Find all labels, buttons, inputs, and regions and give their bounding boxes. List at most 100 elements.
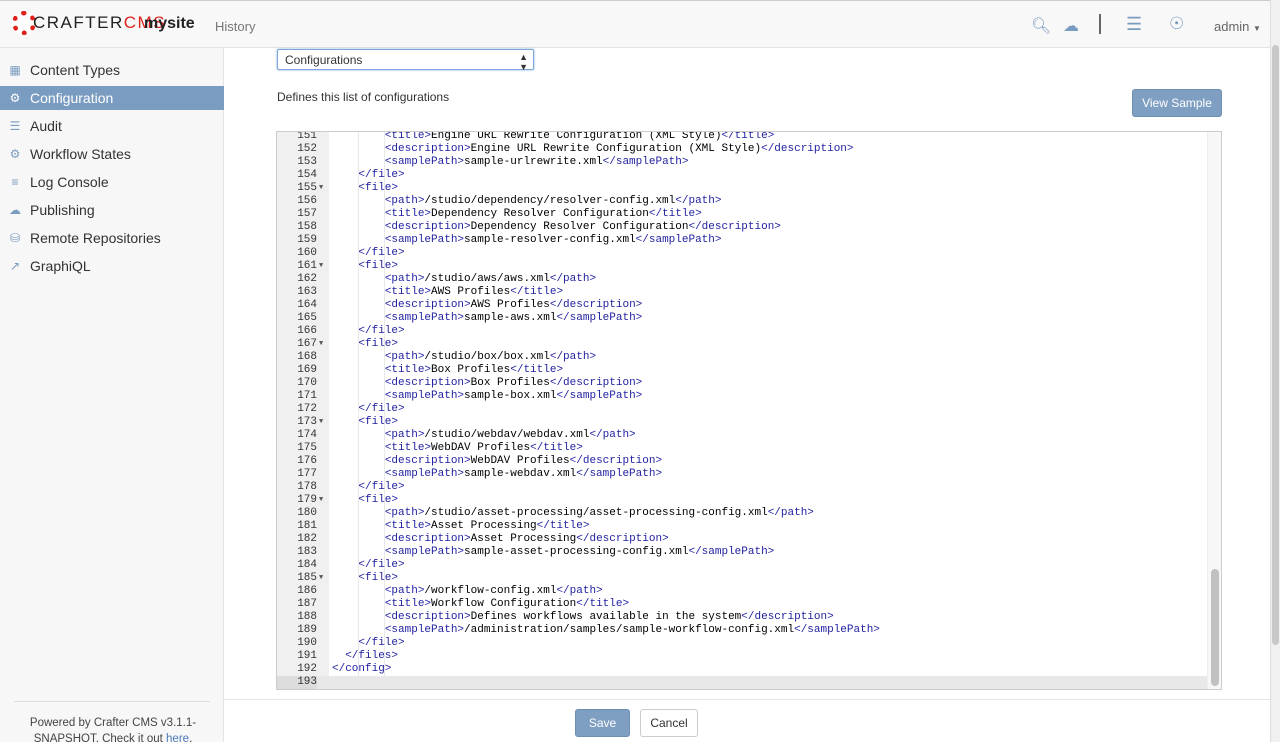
code-text: <file> [358, 182, 399, 194]
footer-bar: Save Cancel [224, 699, 1270, 742]
code-line[interactable]: 162 <path>/studio/aws/aws.xml</path> [277, 273, 1221, 286]
code-line[interactable]: 155 ▼ <file> [277, 182, 1221, 195]
line-number: 185 [297, 572, 317, 584]
code-line[interactable]: 188 <description>Defines workflows avail… [277, 611, 1221, 624]
line-number: 160 [297, 247, 317, 259]
line-number: 167 [297, 338, 317, 350]
code-line[interactable]: 160 </file> [277, 247, 1221, 260]
code-line[interactable]: 168 <path>/studio/box/box.xml</path> [277, 351, 1221, 364]
code-line[interactable]: 189 <samplePath>/administration/samples/… [277, 624, 1221, 637]
code-line[interactable]: 180 <path>/studio/asset-processing/asset… [277, 507, 1221, 520]
window-scrollbar-thumb[interactable] [1272, 45, 1279, 645]
code-line[interactable]: 186 <path>/workflow-config.xml</path> [277, 585, 1221, 598]
code-line[interactable]: 178 </file> [277, 481, 1221, 494]
code-line[interactable]: 187 <title>Workflow Configuration</title… [277, 598, 1221, 611]
crafter-cms-logo[interactable]: CRAFTER CMS [12, 11, 166, 35]
code-line[interactable]: 172 </file> [277, 403, 1221, 416]
fold-arrow-icon[interactable]: ▼ [319, 416, 323, 429]
code-text: <samplePath>sample-resolver-config.xml</… [384, 234, 722, 246]
code-text: <samplePath>sample-aws.xml</samplePath> [384, 312, 643, 324]
code-line[interactable]: 167 ▼ <file> [277, 338, 1221, 351]
sidebar-item-workflow-states[interactable]: ⚙ Workflow States [0, 142, 224, 166]
code-line[interactable]: 171 <samplePath>sample-box.xml</samplePa… [277, 390, 1221, 403]
code-line[interactable]: 183 <samplePath>sample-asset-processing-… [277, 546, 1221, 559]
menu-icon[interactable]: ☰ [1126, 14, 1142, 35]
view-sample-button[interactable]: View Sample [1132, 89, 1222, 117]
code-line[interactable]: 176 <description>WebDAV Profiles</descri… [277, 455, 1221, 468]
cloud-upload-icon[interactable]: ☁ [1063, 16, 1079, 36]
editor-scrollbar-thumb[interactable] [1211, 569, 1219, 686]
code-text: <samplePath>sample-urlrewrite.xml</sampl… [384, 156, 689, 168]
code-line[interactable]: 152 <description>Engine URL Rewrite Conf… [277, 143, 1221, 156]
line-number: 157 [297, 208, 317, 220]
code-line[interactable]: 157 <title>Dependency Resolver Configura… [277, 208, 1221, 221]
line-number: 175 [297, 442, 317, 454]
code-line[interactable]: 182 <description>Asset Processing</descr… [277, 533, 1221, 546]
code-text: <file> [358, 572, 399, 584]
code-text: <path>/studio/asset-processing/asset-pro… [384, 507, 814, 519]
configuration-description: Defines this list of configurations [277, 90, 450, 104]
configuration-select[interactable]: Configurations ▲ ▼ [277, 49, 534, 72]
line-number: 164 [297, 299, 317, 311]
select-arrows-icon: ▲ ▼ [519, 52, 528, 72]
here-link[interactable]: here [166, 733, 189, 745]
code-line[interactable]: 192 </config> [277, 663, 1221, 676]
history-link[interactable]: History [215, 19, 255, 34]
code-line[interactable]: 156 <path>/studio/dependency/resolver-co… [277, 195, 1221, 208]
user-menu[interactable]: admin ▼ [1214, 19, 1261, 34]
code-text: <description>Defines workflows available… [384, 611, 834, 623]
code-line[interactable]: 193 [277, 676, 1221, 689]
sidebar-item-remote-repositories[interactable]: ⛁ Remote Repositories [0, 226, 224, 250]
fold-arrow-icon[interactable]: ▼ [319, 494, 323, 507]
line-number: 173 [297, 416, 317, 428]
code-editor[interactable]: 151 <title>Engine URL Rewrite Configurat… [276, 131, 1222, 690]
site-name[interactable]: mysite [144, 15, 195, 33]
sidebar-item-content-types[interactable]: ▦ Content Types [0, 58, 224, 82]
align-left-icon: ≡ [11, 175, 19, 189]
code-text: </file> [358, 637, 405, 649]
code-line[interactable]: 173 ▼ <file> [277, 416, 1221, 429]
code-line[interactable]: 164 <description>AWS Profiles</descripti… [277, 299, 1221, 312]
line-number: 172 [297, 403, 317, 415]
code-line[interactable]: 151 <title>Engine URL Rewrite Configurat… [277, 131, 1221, 143]
code-line[interactable]: 153 <samplePath>sample-urlrewrite.xml</s… [277, 156, 1221, 169]
code-line[interactable]: 190 </file> [277, 637, 1221, 650]
search-icon[interactable]: 🔍︎ [1031, 16, 1051, 36]
code-line[interactable]: 185 ▼ <file> [277, 572, 1221, 585]
code-text: <title>Asset Processing</title> [384, 520, 590, 532]
sidebar-item-log-console[interactable]: ≡ Log Console [0, 170, 224, 194]
line-number: 178 [297, 481, 317, 493]
code-line[interactable]: 159 <samplePath>sample-resolver-config.x… [277, 234, 1221, 247]
help-lifebuoy-icon[interactable]: ☉ [1169, 14, 1184, 34]
code-line[interactable]: 175 <title>WebDAV Profiles</title> [277, 442, 1221, 455]
sidebar-item-configuration[interactable]: ⚙ Configuration [0, 86, 224, 110]
database-icon: ⛁ [9, 231, 21, 245]
editor-scrollbar[interactable] [1207, 132, 1221, 689]
code-line[interactable]: 184 </file> [277, 559, 1221, 572]
line-number: 176 [297, 455, 317, 467]
fold-arrow-icon[interactable]: ▼ [319, 260, 323, 273]
cancel-button[interactable]: Cancel [640, 709, 698, 737]
code-line[interactable]: 174 <path>/studio/webdav/webdav.xml</pat… [277, 429, 1221, 442]
fold-arrow-icon[interactable]: ▼ [319, 182, 323, 195]
sidebar-item-audit[interactable]: ☰ Audit [0, 114, 224, 138]
code-line[interactable]: 161 ▼ <file> [277, 260, 1221, 273]
save-button[interactable]: Save [575, 709, 630, 737]
code-line[interactable]: 169 <title>Box Profiles</title> [277, 364, 1221, 377]
code-line[interactable]: 154 </file> [277, 169, 1221, 182]
sidebar-item-graphiql[interactable]: ↗ GraphiQL [0, 254, 224, 278]
code-line[interactable]: 170 <description>Box Profiles</descripti… [277, 377, 1221, 390]
window-scrollbar[interactable] [1270, 0, 1280, 742]
code-line[interactable]: 166 </file> [277, 325, 1221, 338]
code-line[interactable]: 177 <samplePath>sample-webdav.xml</sampl… [277, 468, 1221, 481]
code-line[interactable]: 179 ▼ <file> [277, 494, 1221, 507]
code-line[interactable]: 165 <samplePath>sample-aws.xml</samplePa… [277, 312, 1221, 325]
fold-arrow-icon[interactable]: ▼ [319, 572, 323, 585]
fold-arrow-icon[interactable]: ▼ [319, 338, 323, 351]
sidebar-item-publishing[interactable]: ☁ Publishing [0, 198, 224, 222]
code-line[interactable]: 191 </files> [277, 650, 1221, 663]
code-line[interactable]: 163 <title>AWS Profiles</title> [277, 286, 1221, 299]
line-number: 151 [297, 131, 317, 142]
code-line[interactable]: 158 <description>Dependency Resolver Con… [277, 221, 1221, 234]
code-line[interactable]: 181 <title>Asset Processing</title> [277, 520, 1221, 533]
